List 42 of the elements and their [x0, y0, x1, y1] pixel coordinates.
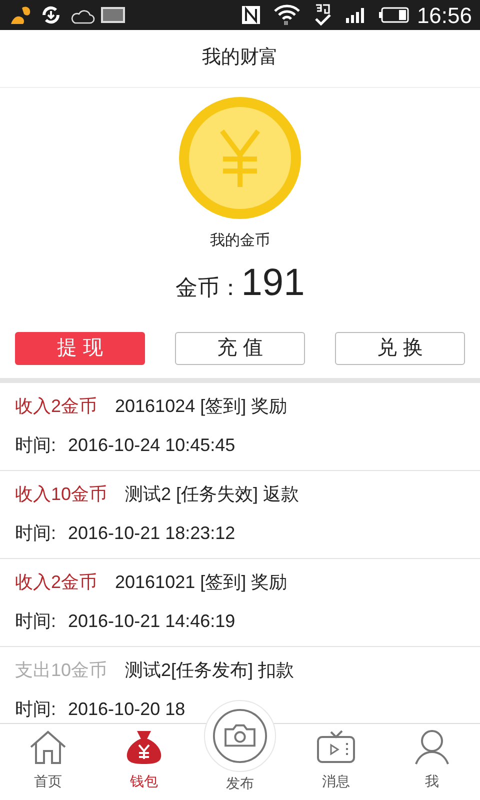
signal-icon — [344, 6, 367, 24]
network-3g-icon — [312, 3, 333, 27]
clock-time: 16:56 — [416, 2, 472, 30]
page-title: 我的财富 — [202, 46, 278, 70]
balance-label: 金币： — [175, 274, 242, 302]
person-icon — [412, 729, 452, 765]
balance-value: 191 — [241, 260, 305, 306]
action-button[interactable]: 充 值 — [175, 332, 305, 364]
nav-tab[interactable]: 首页 — [0, 724, 96, 800]
time-text: 2016-10-21 18:23:12 — [68, 522, 236, 545]
home-icon — [28, 729, 68, 765]
wifi-icon — [272, 3, 301, 27]
amount-text: 收入10金币 — [15, 483, 108, 506]
description-text: 测试2[任务发布] 扣款 — [125, 659, 294, 682]
coin-icon — [179, 97, 301, 219]
image-icon — [100, 5, 126, 25]
time-text: 2016-10-24 10:45:45 — [68, 434, 236, 457]
tv-icon — [316, 729, 356, 765]
nav-tab[interactable]: 消息 — [288, 724, 384, 800]
action-button[interactable]: 兑 换 — [335, 332, 465, 364]
time-label: 时间: — [15, 698, 56, 721]
description-text: 20161024 [签到] 奖励 — [115, 395, 288, 418]
nav-tab[interactable]: 钱包 — [96, 724, 192, 800]
amount-text: 收入2金币 — [15, 395, 98, 418]
nfc-icon — [240, 4, 261, 26]
time-text: 2016-10-21 14:46:19 — [68, 610, 236, 633]
sync-icon — [40, 4, 62, 26]
description-text: 20161021 [签到] 奖励 — [115, 571, 288, 594]
action-button[interactable]: 提 现 — [15, 332, 145, 364]
amount-text: 支出10金币 — [15, 659, 108, 682]
time-text: 2016-10-20 18 — [68, 698, 186, 721]
description-text: 测试2 [任务失效] 返款 — [125, 483, 300, 506]
camera-icon — [212, 708, 268, 764]
coin-caption: 我的金币 — [210, 231, 270, 251]
time-label: 时间: — [15, 610, 56, 633]
time-label: 时间: — [15, 434, 56, 457]
nav-label: 发布 — [226, 774, 254, 793]
battery-icon — [378, 7, 409, 23]
amount-text: 收入2金币 — [15, 571, 98, 594]
time-label: 时间: — [15, 522, 56, 545]
nav-tab[interactable]: 我 — [384, 724, 480, 800]
money-bag-icon — [124, 729, 164, 765]
